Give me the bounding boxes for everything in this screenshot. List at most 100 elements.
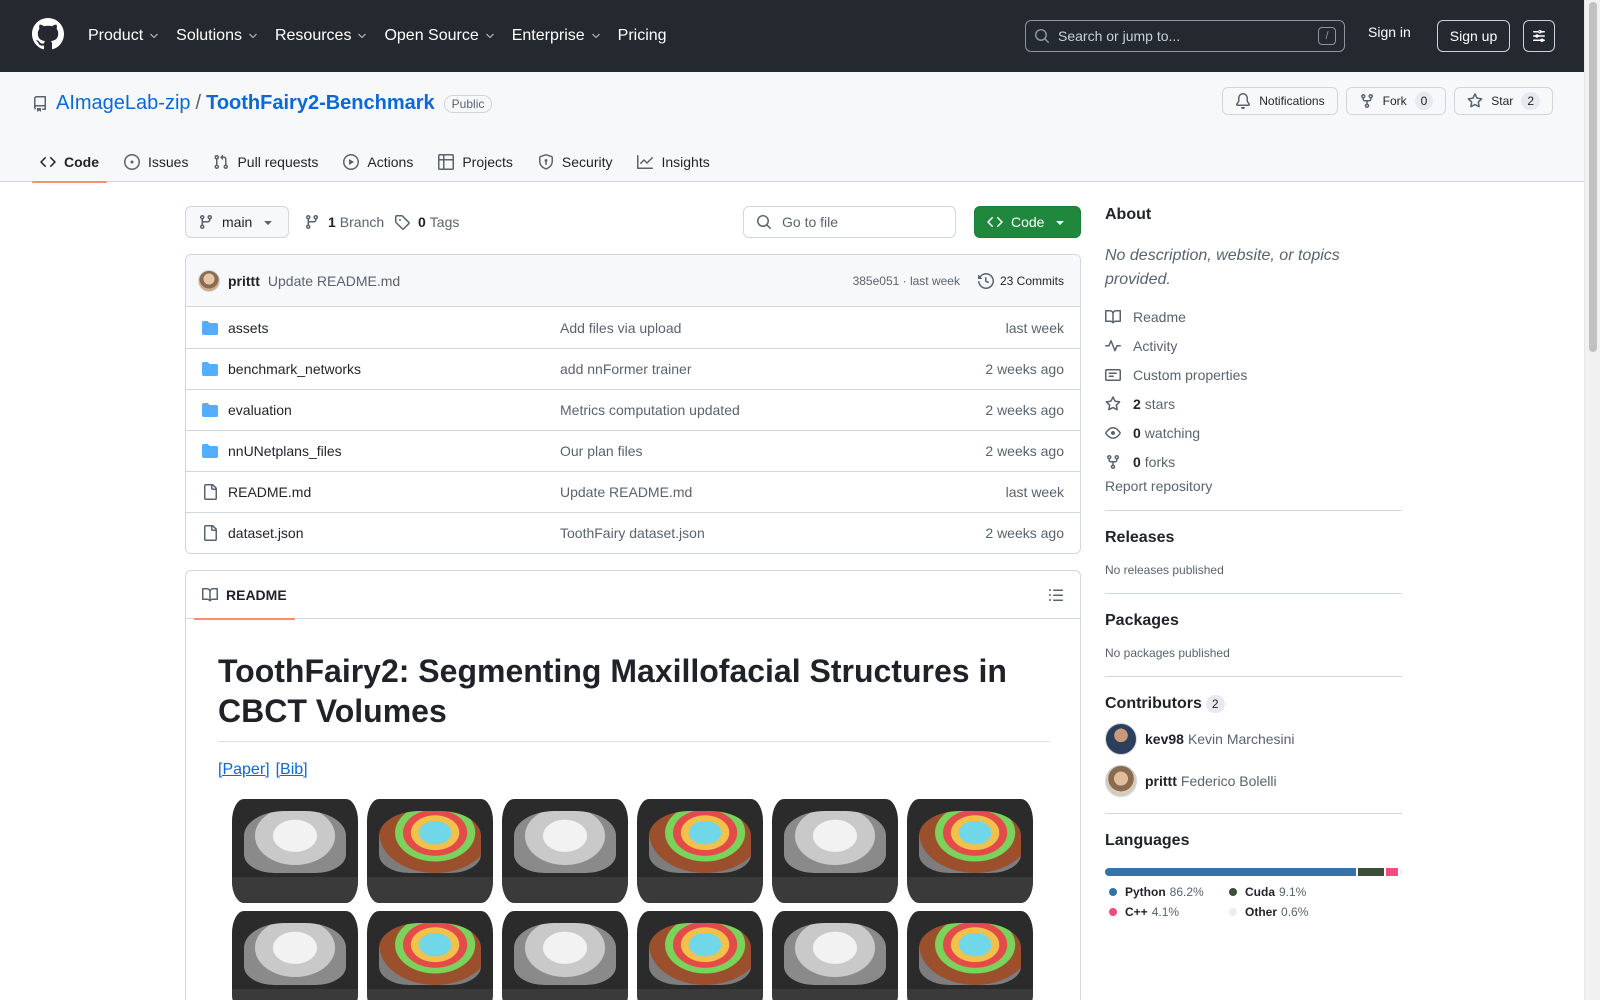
forks-link[interactable]: 0 forks <box>1105 447 1402 476</box>
branches-link[interactable]: 1 Branch <box>304 206 384 238</box>
readme-link[interactable]: Readme <box>1105 302 1402 331</box>
avatar[interactable] <box>198 269 220 292</box>
bib-link[interactable]: [Bib] <box>276 761 308 778</box>
file-commit-message-link[interactable]: Metrics computation updated <box>560 402 985 418</box>
custom-properties-link[interactable]: Custom properties <box>1105 360 1402 389</box>
contributors-section: Contributors 2 kev98 Kevin Marchesini prit… <box>1105 676 1402 798</box>
tab-pull-requests[interactable]: Pull requests <box>205 142 326 182</box>
nav-open-source[interactable]: Open Source <box>384 27 495 45</box>
cbct-render-image <box>502 911 628 1000</box>
contributor-item[interactable]: kev98 Kevin Marchesini <box>1105 723 1402 756</box>
scrollbar-thumb[interactable] <box>1589 2 1597 352</box>
tags-link[interactable]: 0 Tags <box>394 206 459 238</box>
github-logo-icon[interactable] <box>32 18 64 50</box>
watching-count: 0 <box>1133 424 1141 441</box>
nav-enterprise[interactable]: Enterprise <box>512 27 602 45</box>
tab-issues-label: Issues <box>148 154 189 170</box>
file-commit-message-link[interactable]: Add files via upload <box>560 320 1006 336</box>
about-items: Readme Activity Custom properties 2 stars… <box>1105 302 1402 476</box>
segmentation-render-image <box>907 799 1033 903</box>
language-bar-segment <box>1357 868 1385 877</box>
nav-product[interactable]: Product <box>88 27 160 45</box>
commits-link[interactable]: 23 Commits <box>977 272 1064 289</box>
file-name-link[interactable]: nnUNetplans_files <box>228 443 560 459</box>
language-legend-item[interactable]: Cuda 9.1% <box>1225 885 1365 899</box>
table-row[interactable]: nnUNetplans_files Our plan files 2 weeks a… <box>186 430 1080 471</box>
language-legend-item[interactable]: Other 0.6% <box>1225 905 1365 919</box>
latest-commit-bar: prittt Update README.md 385e051 · last w… <box>186 255 1080 307</box>
file-name-link[interactable]: assets <box>228 320 560 336</box>
nav-solutions[interactable]: Solutions <box>176 27 259 45</box>
language-legend-item[interactable]: C++ 4.1% <box>1105 905 1225 919</box>
chevron-down-icon <box>484 30 496 42</box>
caret-down-icon <box>1052 214 1068 230</box>
repo-name-link[interactable]: ToothFairy2-Benchmark <box>206 92 435 115</box>
file-commit-date: 2 weeks ago <box>985 361 1064 377</box>
tab-code[interactable]: Code <box>32 142 107 183</box>
cbct-render-image <box>772 911 898 1000</box>
star-button[interactable]: Star 2 <box>1454 87 1553 115</box>
commit-message-link[interactable]: Update README.md <box>268 273 400 289</box>
page-scrollbar[interactable] <box>1584 0 1600 1000</box>
tab-security[interactable]: Security <box>530 142 621 182</box>
folder-icon <box>202 443 220 459</box>
file-commit-message-link[interactable]: Our plan files <box>560 443 985 459</box>
nav-pricing-label: Pricing <box>617 27 667 44</box>
code-download-button[interactable]: Code <box>974 206 1081 238</box>
pulse-icon <box>1105 338 1133 354</box>
readme-tab[interactable]: README <box>194 571 295 620</box>
table-row[interactable]: assets Add files via upload last week <box>186 307 1080 348</box>
pull-request-icon <box>213 154 237 170</box>
stars-link[interactable]: 2 stars <box>1105 389 1402 418</box>
commit-meta[interactable]: 385e051 · last week <box>853 274 960 288</box>
languages-bar <box>1105 868 1402 877</box>
paper-link[interactable]: [Paper] <box>218 761 270 778</box>
file-commit-message-link[interactable]: Update README.md <box>560 484 1006 500</box>
packages-title[interactable]: Packages <box>1105 612 1402 630</box>
activity-link[interactable]: Activity <box>1105 331 1402 360</box>
commit-author-link[interactable]: prittt <box>228 273 260 289</box>
file-commit-message-link[interactable]: add nnFormer trainer <box>560 361 985 377</box>
file-commit-message-link[interactable]: ToothFairy dataset.json <box>560 525 985 541</box>
file-name-link[interactable]: evaluation <box>228 402 560 418</box>
language-legend-item[interactable]: Python 86.2% <box>1105 885 1225 899</box>
global-search-input[interactable]: Search or jump to... / <box>1025 20 1345 52</box>
go-to-file-input[interactable]: Go to file <box>743 206 956 238</box>
readme-header: README <box>186 571 1080 620</box>
tab-insights[interactable]: Insights <box>629 142 717 182</box>
releases-empty-text: No releases published <box>1105 563 1224 577</box>
language-name: Cuda <box>1245 885 1275 900</box>
file-name-link[interactable]: README.md <box>228 484 560 500</box>
nav-resources[interactable]: Resources <box>275 27 368 45</box>
file-name-link[interactable]: dataset.json <box>228 525 560 541</box>
list-icon[interactable] <box>1048 587 1064 603</box>
star-count: 2 <box>1521 92 1540 110</box>
repo-owner-link[interactable]: AImageLab-zip <box>56 92 191 115</box>
table-row[interactable]: benchmark_networks add nnFormer trainer 2 … <box>186 348 1080 389</box>
star-icon <box>1467 93 1491 109</box>
file-name-link[interactable]: benchmark_networks <box>228 361 560 377</box>
contributor-item[interactable]: prittt Federico Bolelli <box>1105 765 1402 798</box>
tab-actions[interactable]: Actions <box>335 142 421 182</box>
repo-header: AImageLab-zip / ToothFairy2-Benchmark Pu… <box>0 72 1584 183</box>
notifications-button[interactable]: Notifications <box>1222 87 1338 115</box>
sign-in-link[interactable]: Sign in <box>1368 24 1411 40</box>
branch-select-button[interactable]: main <box>185 206 289 238</box>
tab-issues[interactable]: Issues <box>116 142 196 182</box>
report-repository-link[interactable]: Report repository <box>1105 478 1402 494</box>
global-menu-button[interactable] <box>1523 20 1555 52</box>
releases-title[interactable]: Releases <box>1105 529 1402 547</box>
table-row[interactable]: dataset.json ToothFairy dataset.json 2 wee… <box>186 512 1080 553</box>
readme-panel: README ToothFairy2: Segmenting Maxillofa… <box>185 570 1081 1000</box>
sign-up-button[interactable]: Sign up <box>1437 20 1510 52</box>
watching-link[interactable]: 0 watching <box>1105 418 1402 447</box>
nav-pricing[interactable]: Pricing <box>618 27 667 45</box>
fork-button[interactable]: Fork 0 <box>1345 87 1447 115</box>
book-icon <box>202 587 226 603</box>
tab-projects[interactable]: Projects <box>430 142 521 182</box>
table-row[interactable]: evaluation Metrics computation updated 2 w… <box>186 389 1080 430</box>
table-row[interactable]: README.md Update README.md last week <box>186 471 1080 512</box>
contributors-heading[interactable]: Contributors 2 <box>1105 695 1402 713</box>
cbct-render-image <box>232 911 358 1000</box>
language-bar-segment <box>1105 868 1356 877</box>
